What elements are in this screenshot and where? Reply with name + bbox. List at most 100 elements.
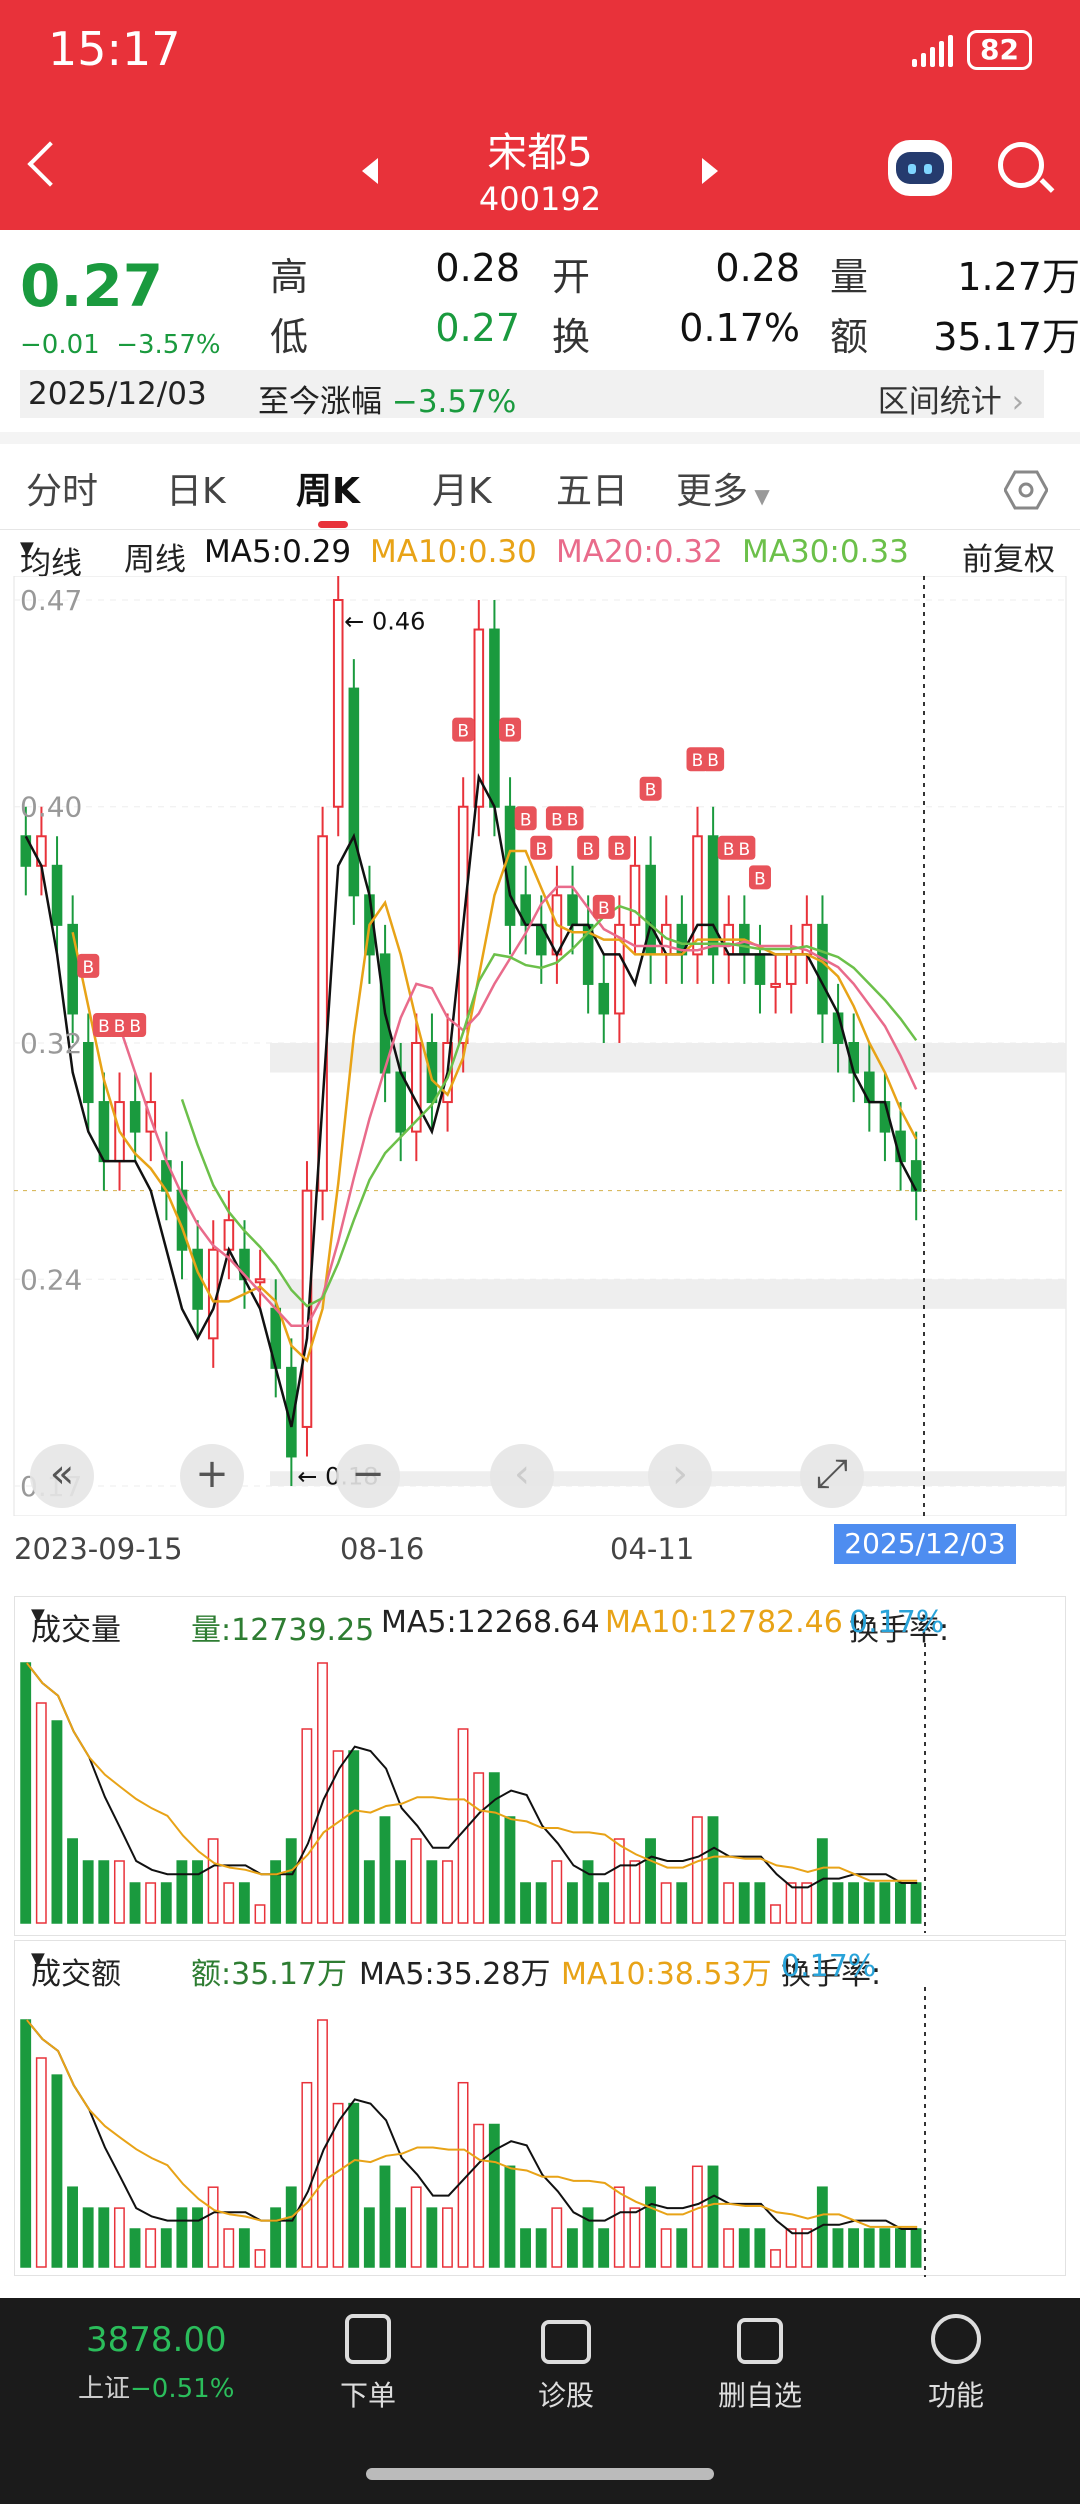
diagnose-button[interactable]: 诊股 (506, 2314, 626, 2414)
scroll-left-icon[interactable]: ‹ (490, 1444, 554, 1508)
buy-marker-label: B (129, 1017, 141, 1037)
candle (332, 599, 344, 808)
candle (223, 1219, 235, 1251)
adjust-mode[interactable]: 前复权 (962, 534, 1055, 579)
fullscreen-icon[interactable]: ⤢ (800, 1444, 864, 1508)
volume-bar (207, 2186, 219, 2268)
volume-bar (723, 1882, 735, 1924)
range-stat-button[interactable]: 区间统计 › (878, 376, 1024, 421)
change-pct: −3.57% (116, 330, 221, 360)
buy-marker-label: B (98, 1017, 110, 1037)
volume-bar (98, 1860, 110, 1924)
search-icon[interactable] (998, 142, 1044, 188)
robot-assistant-icon[interactable] (888, 140, 952, 196)
volume-bar (20, 1662, 32, 1924)
volume-bar (785, 2228, 797, 2268)
document-icon (345, 2314, 391, 2364)
index-value[interactable]: 3878.00 (86, 2320, 227, 2360)
caret-down-icon: ▼ (748, 484, 770, 508)
current-price: 0.27 (20, 252, 164, 320)
diagnose-label: 诊股 (537, 2379, 594, 2412)
home-indicator[interactable] (366, 2468, 714, 2480)
volume-bar (35, 1702, 47, 1924)
volume-bar (613, 1838, 625, 1924)
high-annotation: ← 0.46 (344, 608, 425, 636)
tab-intraday[interactable]: 分时 (26, 462, 98, 514)
volume-bar (738, 1882, 750, 1924)
battery-indicator: 82 (967, 30, 1032, 70)
open-value: 0.28 (715, 246, 800, 290)
volume-bar (410, 2186, 422, 2268)
volume-bar (676, 1882, 688, 1924)
support-band (270, 1279, 1066, 1309)
tab-daily-k[interactable]: 日K (166, 462, 226, 514)
period-tabs: 分时 日K 周K 月K 五日 更多 ▼ (0, 444, 1080, 530)
zoom-out-icon[interactable]: − (336, 1444, 400, 1508)
volume-bar (832, 2228, 844, 2268)
zoom-in-icon[interactable]: + (180, 1444, 244, 1508)
candle (598, 982, 610, 1015)
volume-bar (551, 2207, 563, 2268)
volume-bar (192, 2207, 203, 2268)
tab-monthly-k[interactable]: 月K (432, 462, 492, 514)
function-button[interactable]: 功能 (896, 2314, 1016, 2414)
volume-bar (113, 1860, 125, 1924)
volume-bar (207, 1838, 219, 1924)
volume-bar (551, 1860, 563, 1924)
volume-bar (645, 1838, 656, 1924)
index-name: 上证 (78, 2374, 131, 2404)
change-value: −0.01 (20, 330, 100, 360)
remove-watchlist-label: 删自选 (717, 2379, 802, 2412)
volume-bar (754, 1882, 766, 1924)
volume-bar (254, 2249, 266, 2268)
volume-bar (848, 2228, 860, 2268)
remove-watchlist-button[interactable]: 删自选 (700, 2314, 820, 2414)
volume-bar (410, 1838, 422, 1924)
volume-bar (691, 2165, 703, 2268)
app-header: 15:17 82 宋都5 400192 (0, 0, 1080, 230)
candle (51, 864, 63, 926)
volume-bar (863, 2228, 875, 2268)
volume-bar (35, 2057, 47, 2268)
volume-bar (145, 2228, 157, 2268)
candlestick-chart[interactable]: BBBBBBBBBBBBBBBBBBBBBB← 0.46← 0.18 0.470… (0, 576, 1080, 1516)
volume-bar (676, 2228, 688, 2268)
candle (707, 835, 719, 956)
settings-hex-icon[interactable] (1004, 470, 1048, 510)
buy-marker-label: B (551, 810, 563, 830)
y-tick-label: 0.24 (20, 1263, 82, 1296)
volume-bar (270, 2207, 282, 2268)
tab-more[interactable]: 更多 ▼ (676, 462, 770, 514)
volume-bar (660, 2228, 672, 2268)
volume-bar (176, 1860, 188, 1924)
buy-marker-label: B (457, 722, 469, 742)
volume-bar (82, 2207, 94, 2268)
volume-value: 1.27万 (957, 255, 1080, 299)
volume-bar (613, 2186, 625, 2268)
amount-turnover-value: 0.17% (781, 1949, 877, 1984)
volume-bar (348, 1750, 360, 1924)
order-button[interactable]: 下单 (308, 2314, 428, 2414)
caret-down-icon: ▼ (20, 538, 34, 559)
candle (567, 894, 578, 926)
volume-bar (192, 1860, 203, 1924)
volume-bar (160, 2228, 172, 2268)
range-stat-bar[interactable]: 2025/12/03 至今涨幅 −3.57% 区间统计 › (20, 370, 1044, 421)
volume-bar (238, 2228, 250, 2268)
volume-bar (598, 1882, 610, 1924)
tab-five-day[interactable]: 五日 (556, 462, 628, 514)
scroll-right-icon[interactable]: › (648, 1444, 712, 1508)
candle (770, 982, 781, 988)
buy-marker-label: B (614, 840, 626, 860)
volume-bar (801, 2228, 813, 2268)
tab-weekly-k[interactable]: 周K (296, 462, 360, 528)
candle (348, 687, 360, 897)
volume-bar (707, 2165, 719, 2268)
volume-bar (754, 2228, 766, 2268)
collapse-left-icon[interactable]: « (30, 1444, 94, 1508)
volume-bar (270, 1860, 282, 1924)
ma10-value: MA10:0.30 (370, 534, 537, 570)
volume-ma5: MA5:12268.64 (381, 1605, 600, 1640)
ma5-line (26, 2019, 918, 2235)
range-change: 至今涨幅 −3.57% (258, 376, 516, 421)
